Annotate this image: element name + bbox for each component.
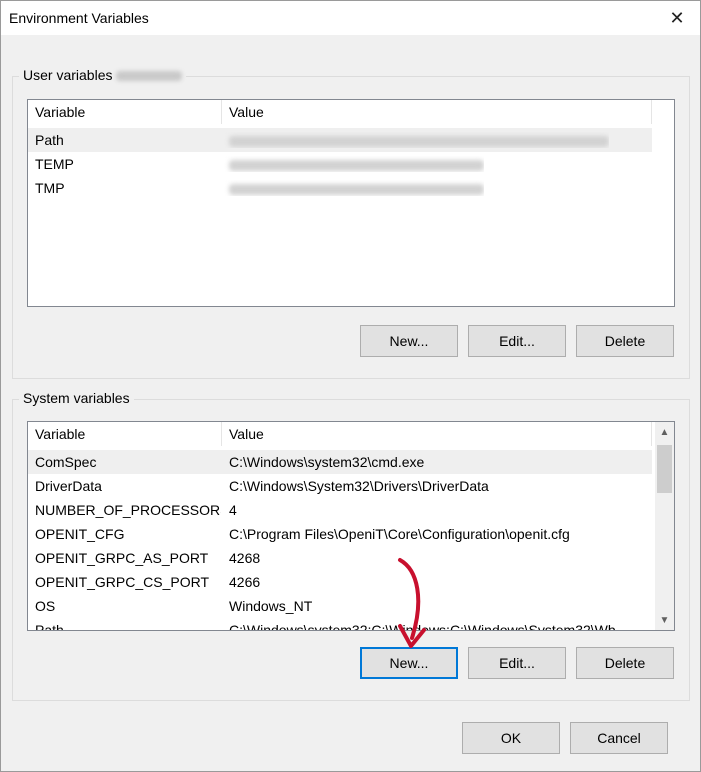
variable-value-redacted <box>221 132 609 148</box>
user-edit-button[interactable]: Edit... <box>468 325 566 357</box>
variable-name: Path <box>35 132 64 148</box>
list-header: Variable Value <box>28 100 652 124</box>
variable-name: OPENIT_CFG <box>35 526 125 542</box>
variable-name: ComSpec <box>35 454 97 470</box>
variable-value: C:\Program Files\OpeniT\Core\Configurati… <box>229 526 570 542</box>
list-item[interactable]: OS Windows_NT <box>28 594 652 618</box>
user-delete-button[interactable]: Delete <box>576 325 674 357</box>
variable-name: Path <box>35 622 64 631</box>
variable-value: C:\Windows\System32\Drivers\DriverData <box>229 478 489 494</box>
column-variable[interactable]: Variable <box>28 422 222 446</box>
cancel-button[interactable]: Cancel <box>570 722 668 754</box>
ok-button[interactable]: OK <box>462 722 560 754</box>
list-item[interactable]: Path C:\Windows\system32;C:\Windows;C:\W… <box>28 618 652 631</box>
variable-value: C:\Windows\system32\cmd.exe <box>229 454 425 470</box>
scroll-down-icon[interactable]: ▼ <box>655 610 674 630</box>
variable-name: DriverData <box>35 478 102 494</box>
scrollbar-thumb[interactable] <box>657 445 672 493</box>
list-item[interactable]: Path <box>28 128 652 152</box>
variable-name: NUMBER_OF_PROCESSORS <box>35 502 221 518</box>
close-icon[interactable]: ✕ <box>654 1 700 35</box>
variable-value: 4268 <box>229 550 261 566</box>
system-variables-list[interactable]: Variable Value ComSpec C:\Windows\system… <box>27 421 675 631</box>
annotation-arrow-icon <box>398 558 426 648</box>
column-value[interactable]: Value <box>222 422 652 446</box>
list-item[interactable]: OPENIT_GRPC_CS_PORT 4266 <box>28 570 652 594</box>
system-delete-button[interactable]: Delete <box>576 647 674 679</box>
system-edit-button[interactable]: Edit... <box>468 647 566 679</box>
variable-name: OPENIT_GRPC_AS_PORT <box>35 550 209 566</box>
column-value[interactable]: Value <box>222 100 652 124</box>
user-new-button[interactable]: New... <box>360 325 458 357</box>
user-variables-list[interactable]: Variable Value Path TEMP TMP <box>27 99 675 307</box>
list-item[interactable]: OPENIT_CFG C:\Program Files\OpeniT\Core\… <box>28 522 652 546</box>
variable-value: 4266 <box>229 574 261 590</box>
list-header: Variable Value <box>28 422 652 446</box>
vertical-scrollbar[interactable]: ▲ ▼ <box>655 422 674 630</box>
list-item[interactable]: TEMP <box>28 152 652 176</box>
list-item[interactable]: ComSpec C:\Windows\system32\cmd.exe <box>28 450 652 474</box>
variable-value: 4 <box>229 502 237 518</box>
user-variables-label: User variables <box>23 67 113 83</box>
variable-value-redacted <box>221 180 484 196</box>
variable-value: Windows_NT <box>229 598 313 614</box>
variable-name: TEMP <box>35 156 74 172</box>
list-item[interactable]: DriverData C:\Windows\System32\Drivers\D… <box>28 474 652 498</box>
list-item[interactable]: TMP <box>28 176 652 200</box>
variable-name: OPENIT_GRPC_CS_PORT <box>35 574 210 590</box>
variable-value-redacted <box>221 156 484 172</box>
column-variable[interactable]: Variable <box>28 100 222 124</box>
window-title: Environment Variables <box>9 10 149 26</box>
scroll-up-icon[interactable]: ▲ <box>655 422 674 442</box>
variable-name: OS <box>35 598 56 614</box>
variable-name: TMP <box>35 180 65 196</box>
list-item[interactable]: NUMBER_OF_PROCESSORS 4 <box>28 498 652 522</box>
list-item[interactable]: OPENIT_GRPC_AS_PORT 4268 <box>28 546 652 570</box>
title-bar: Environment Variables ✕ <box>1 1 700 35</box>
system-variables-label: System variables <box>19 390 134 406</box>
redacted-username <box>116 71 183 82</box>
